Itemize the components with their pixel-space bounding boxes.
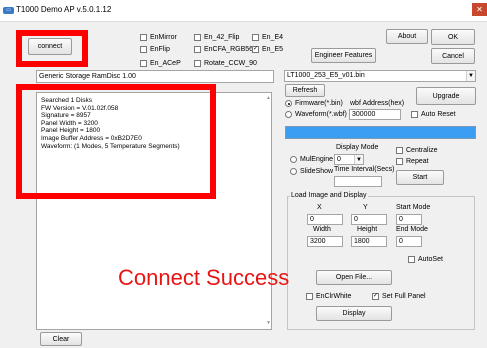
- close-icon[interactable]: ✕: [472, 3, 487, 16]
- y-label: Y: [363, 204, 368, 211]
- autoset-checkbox[interactable]: AutoSet: [408, 256, 443, 263]
- scroll-up-icon[interactable]: ▲: [265, 95, 272, 101]
- highlight-box-connect: [16, 30, 88, 67]
- window-title: T1000 Demo AP v.5.0.1.12: [16, 5, 112, 14]
- encfa-checkbox[interactable]: EnCFA_RGB565: [194, 46, 257, 53]
- enflip-checkbox[interactable]: EnFlip: [140, 46, 170, 53]
- open-file-button[interactable]: Open File...: [316, 270, 392, 285]
- time-interval-input[interactable]: [334, 176, 382, 187]
- start-mode-label: Start Mode: [396, 204, 431, 211]
- start-button[interactable]: Start: [396, 170, 444, 185]
- display-button[interactable]: Display: [316, 306, 392, 321]
- x-input[interactable]: 0: [307, 214, 343, 225]
- about-button[interactable]: About: [386, 29, 428, 44]
- rotate-ccw-checkbox[interactable]: Rotate_CCW_90: [194, 60, 257, 67]
- time-interval-label: Time Interval(Secs): [334, 166, 395, 173]
- engineer-features-button[interactable]: Engineer Features: [311, 48, 376, 63]
- storage-field[interactable]: Generic Storage RamDisc 1.00: [36, 70, 274, 83]
- repeat-checkbox[interactable]: Repeat: [396, 158, 429, 165]
- height-label: Height: [357, 226, 378, 233]
- auto-reset-checkbox[interactable]: Auto Reset: [411, 111, 456, 118]
- upgrade-button[interactable]: Upgrade: [416, 87, 476, 105]
- width-input[interactable]: 3200: [307, 236, 343, 247]
- end-mode-input[interactable]: 0: [396, 236, 422, 247]
- highlight-box-log: [16, 84, 216, 199]
- width-label: Width: [313, 226, 331, 233]
- app-icon: ▭: [3, 7, 14, 14]
- chevron-down-icon: ▼: [466, 71, 475, 81]
- set-full-panel-checkbox[interactable]: ✓ Set Full Panel: [372, 293, 426, 300]
- ok-button[interactable]: OK: [431, 29, 475, 45]
- ene5-checkbox[interactable]: ✓ En_E5: [252, 46, 283, 53]
- wbf-address-label: wbf Address(hex): [350, 100, 405, 107]
- enmirror-checkbox[interactable]: EnMirror: [140, 34, 177, 41]
- ene4-checkbox[interactable]: En_E4: [252, 34, 283, 41]
- refresh-button[interactable]: Refresh: [285, 84, 325, 97]
- enclrwhite-checkbox[interactable]: EnClrWhite: [306, 293, 351, 300]
- load-image-group-title: Load Image and Display: [290, 192, 368, 199]
- x-label: X: [317, 204, 322, 211]
- connect-success-annotation: Connect Success: [118, 265, 290, 290]
- firmware-radio[interactable]: Firmware(*.bin): [285, 100, 343, 107]
- scroll-down-icon[interactable]: ▼: [265, 320, 272, 326]
- display-mode-select[interactable]: 0 ▼: [334, 154, 364, 165]
- mulengine-radio[interactable]: MulEngine: [290, 156, 333, 163]
- centralize-checkbox[interactable]: Centralize: [396, 147, 438, 154]
- clear-button[interactable]: Clear: [40, 332, 82, 346]
- chevron-down-icon: ▼: [354, 155, 363, 164]
- y-input[interactable]: 0: [351, 214, 387, 225]
- progress-bar: [285, 126, 476, 139]
- waveform-radio[interactable]: Waveform(*.wbf): [285, 111, 347, 118]
- end-mode-label: End Mode: [396, 226, 428, 233]
- file-select[interactable]: LT1000_253_E5_v01.bin ▼: [284, 70, 476, 82]
- height-input[interactable]: 1800: [351, 236, 387, 247]
- wbf-address-input[interactable]: 300000: [349, 109, 401, 120]
- en42flip-checkbox[interactable]: En_42_Flip: [194, 34, 239, 41]
- enacep-checkbox[interactable]: En_ACeP: [140, 60, 181, 67]
- start-mode-input[interactable]: 0: [396, 214, 422, 225]
- cancel-button[interactable]: Cancel: [431, 48, 475, 64]
- slideshow-radio[interactable]: SlideShow: [290, 168, 333, 175]
- display-mode-label: Display Mode: [336, 144, 379, 151]
